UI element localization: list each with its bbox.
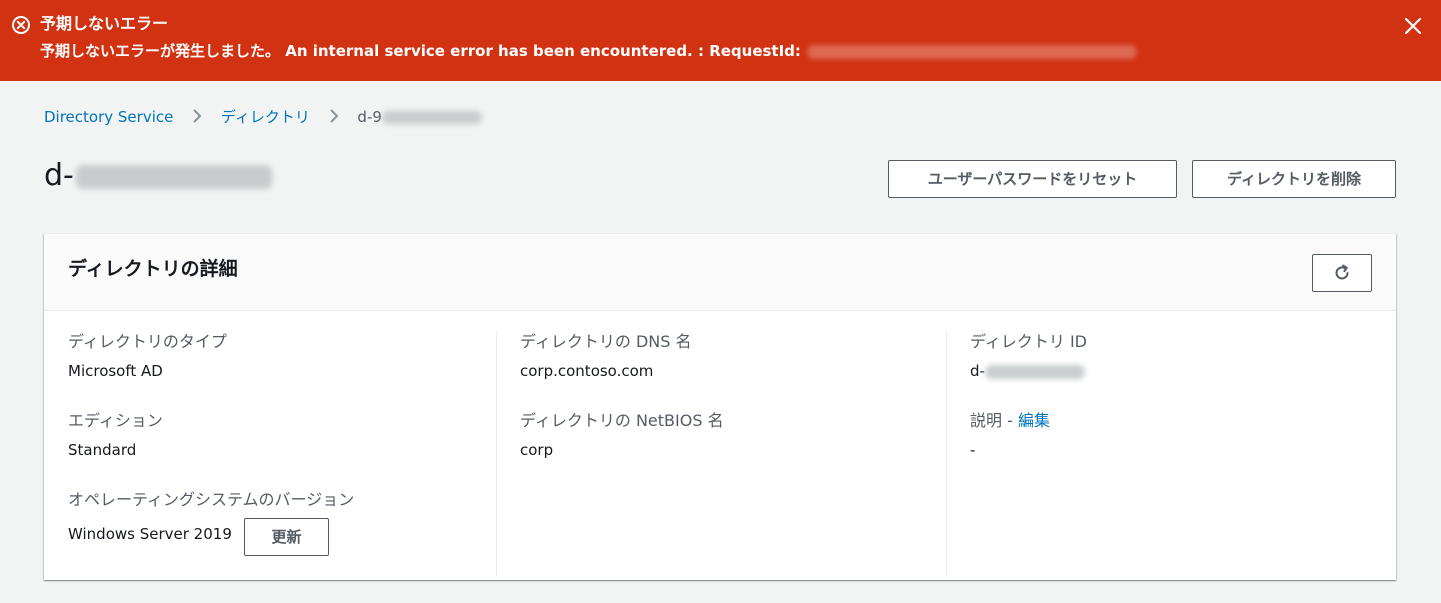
dns-name-value: corp.contoso.com — [520, 362, 654, 380]
netbios-name-label: ディレクトリの NetBIOS 名 — [520, 411, 724, 430]
edit-description-link[interactable]: 編集 — [1018, 411, 1050, 430]
delete-directory-button[interactable]: ディレクトリを削除 — [1192, 160, 1396, 198]
directory-id-value: d- — [970, 360, 1085, 382]
panel-header: ディレクトリの詳細 — [44, 234, 1396, 311]
error-flashbar: 予期しないエラー 予期しないエラーが発生しました。 An internal se… — [0, 0, 1441, 81]
flash-title: 予期しないエラー — [40, 14, 169, 33]
details-column-3: ディレクトリ ID d- 説明 - 編集 - — [946, 331, 1372, 576]
redacted-directory-id — [984, 364, 1085, 379]
netbios-name-value: corp — [520, 441, 554, 459]
refresh-icon — [1335, 264, 1349, 280]
os-version-value: Windows Server 2019 — [68, 525, 232, 543]
directory-type-value: Microsoft AD — [68, 362, 163, 380]
breadcrumb-current: d-9 — [357, 108, 382, 126]
error-circle-icon — [12, 16, 30, 34]
directory-id-label: ディレクトリ ID — [970, 332, 1088, 351]
refresh-button[interactable] — [1312, 254, 1372, 292]
page-title-text: d- — [44, 158, 74, 193]
directory-details-panel: ディレクトリの詳細 ディレクトリのタイプ Microsoft AD エディション… — [44, 233, 1396, 580]
close-icon[interactable] — [1403, 16, 1423, 36]
update-os-button[interactable]: 更新 — [244, 518, 329, 556]
description-separator: - — [1002, 411, 1018, 430]
description-label: 説明 - 編集 — [970, 410, 1050, 432]
chevron-right-icon — [193, 109, 202, 123]
edition-value: Standard — [68, 441, 137, 459]
panel-title: ディレクトリの詳細 — [68, 258, 238, 280]
description-value: - — [970, 441, 976, 459]
flash-message-text: 予期しないエラーが発生しました。 An internal service err… — [40, 42, 801, 60]
directory-type-label: ディレクトリのタイプ — [68, 332, 227, 351]
directory-id-prefix: d- — [970, 362, 985, 380]
details-column-2: ディレクトリの DNS 名 corp.contoso.com ディレクトリの N… — [496, 331, 946, 576]
chevron-right-icon — [329, 109, 339, 123]
breadcrumb-directory-service[interactable]: Directory Service — [44, 108, 173, 126]
breadcrumb: Directory Service ディレクトリ d-9 — [44, 106, 482, 128]
redacted-request-id — [806, 44, 1137, 59]
dns-name-label: ディレクトリの DNS 名 — [520, 332, 692, 351]
flash-message: 予期しないエラーが発生しました。 An internal service err… — [40, 41, 1137, 61]
reset-password-button[interactable]: ユーザーパスワードをリセット — [888, 160, 1177, 198]
breadcrumb-directories[interactable]: ディレクトリ — [221, 108, 310, 126]
description-label-text: 説明 — [970, 411, 1003, 430]
os-version-label: オペレーティングシステムのバージョン — [68, 490, 355, 509]
page-title: d- — [44, 156, 272, 196]
edition-label: エディション — [68, 411, 163, 430]
redacted-directory-id — [75, 164, 272, 189]
redacted-directory-id — [381, 111, 482, 124]
